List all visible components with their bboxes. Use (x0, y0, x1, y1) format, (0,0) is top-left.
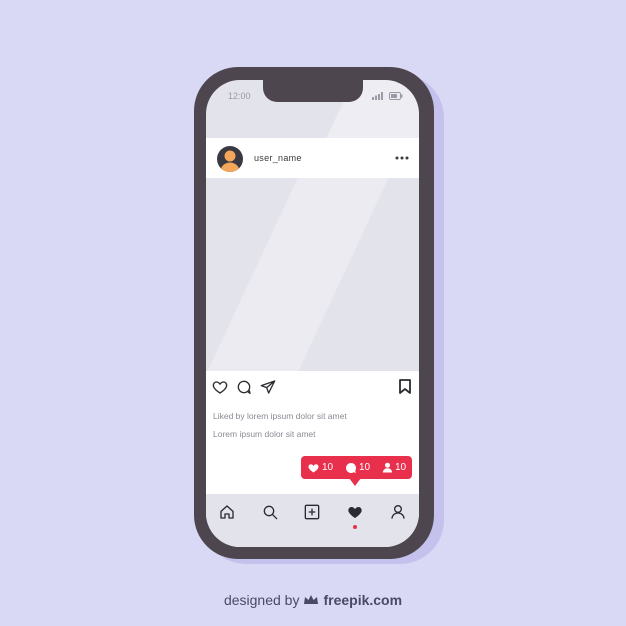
comment-bubble-icon (345, 462, 356, 473)
battery-icon (389, 92, 403, 100)
post-body: Liked by lorem ipsum dolor sit amet Lore… (206, 371, 419, 494)
nav-add-post[interactable] (302, 502, 322, 522)
add-post-icon (305, 504, 320, 520)
user-icon (382, 462, 393, 473)
notif-comments: 10 (345, 462, 370, 474)
more-options-icon[interactable] (395, 156, 409, 160)
nav-search[interactable] (260, 502, 280, 522)
post-header: user_name (206, 138, 419, 178)
search-icon (263, 505, 278, 520)
heart-icon (308, 464, 319, 473)
username[interactable]: user_name (254, 153, 302, 163)
user-avatar-icon (221, 150, 239, 172)
notification-pointer (349, 478, 361, 486)
phone-screen: 12:00 user_name Liked by lorem ipsum dol… (206, 80, 419, 547)
share-send-icon[interactable] (260, 379, 276, 395)
active-indicator-dot (353, 525, 358, 529)
signal-icon (372, 92, 383, 100)
nav-home[interactable] (217, 502, 237, 522)
status-icons (372, 92, 403, 100)
credit-prefix: designed by (223, 592, 300, 608)
photo-glare (206, 178, 419, 371)
home-icon (220, 505, 234, 519)
activity-notification[interactable]: 10 10 10 (301, 456, 412, 479)
profile-icon (391, 505, 405, 519)
post-image-placeholder[interactable] (206, 178, 419, 371)
bottom-nav (206, 494, 419, 547)
notif-likes: 10 (307, 462, 333, 473)
nav-activity[interactable] (345, 502, 365, 529)
comments-count: 10 (358, 462, 371, 473)
liked-by-text: Liked by lorem ipsum dolor sit amet (213, 411, 347, 421)
nav-profile[interactable] (388, 502, 408, 522)
followers-count: 10 (394, 462, 407, 473)
heart-icon (348, 507, 362, 518)
likes-count: 10 (321, 462, 334, 473)
post-actions (212, 379, 276, 395)
phone-notch (263, 80, 363, 102)
status-time: 12:00 (228, 91, 251, 101)
comment-icon[interactable] (236, 379, 252, 395)
avatar[interactable] (217, 146, 243, 172)
caption-text: Lorem ipsum dolor sit amet (213, 429, 316, 439)
bookmark-icon[interactable] (399, 379, 411, 394)
notif-followers: 10 (382, 462, 406, 473)
credit-brand: freepik.com (323, 592, 403, 608)
like-heart-icon[interactable] (212, 379, 228, 395)
freepik-crown-icon (304, 595, 319, 604)
freepik-credit: designed by freepik.com (0, 592, 626, 608)
